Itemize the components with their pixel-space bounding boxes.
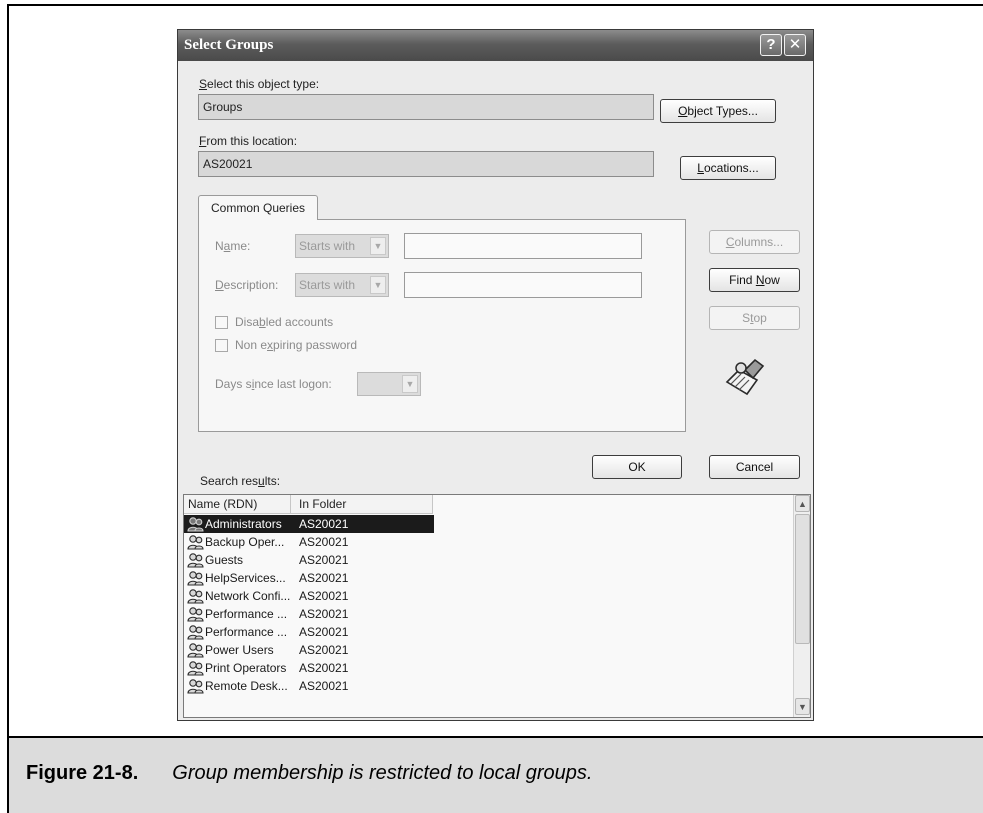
row-folder: AS20021 bbox=[299, 571, 349, 585]
description-match-select[interactable]: Starts with ▼ bbox=[295, 273, 389, 297]
search-results-label: Search results: bbox=[200, 474, 281, 488]
close-button[interactable]: ✕ bbox=[784, 34, 806, 56]
object-type-label: Select this object type: bbox=[199, 77, 320, 91]
table-row[interactable]: Backup Oper... AS20021 bbox=[184, 533, 810, 551]
row-name: Power Users bbox=[205, 643, 274, 657]
figure-text: Group membership is restricted to local … bbox=[172, 762, 593, 784]
object-types-button[interactable]: Object Types... bbox=[660, 99, 776, 123]
caption-area: Figure 21-8. Group membership is restrict… bbox=[9, 738, 983, 813]
disabled-accounts-checkbox[interactable] bbox=[215, 316, 228, 329]
group-icon bbox=[187, 607, 204, 622]
disabled-accounts-label: Disabled accounts bbox=[235, 315, 334, 329]
group-icon bbox=[187, 661, 204, 676]
common-queries-panel: Name: Starts with ▼ Description: Starts … bbox=[198, 219, 686, 432]
row-folder: AS20021 bbox=[299, 589, 349, 603]
scroll-thumb[interactable] bbox=[795, 514, 810, 644]
scroll-up-icon[interactable]: ▲ bbox=[795, 495, 810, 512]
search-flashlight-icon bbox=[723, 356, 767, 403]
row-name: Network Confi... bbox=[205, 589, 291, 603]
name-input[interactable] bbox=[404, 233, 642, 259]
name-match-value: Starts with bbox=[299, 239, 356, 253]
non-expiring-password-label: Non expiring password bbox=[235, 338, 358, 352]
scroll-down-icon[interactable]: ▼ bbox=[795, 698, 810, 715]
stop-button[interactable]: Stop bbox=[709, 306, 800, 330]
ok-button[interactable]: OK bbox=[592, 455, 682, 479]
group-icon bbox=[187, 535, 204, 550]
object-type-field: Groups bbox=[198, 94, 654, 120]
locations-button[interactable]: Locations... bbox=[680, 156, 776, 180]
row-folder: AS20021 bbox=[299, 661, 349, 675]
row-folder: AS20021 bbox=[299, 535, 349, 549]
vertical-scrollbar[interactable]: ▲ ▼ bbox=[793, 495, 810, 717]
name-label: Name: bbox=[215, 239, 251, 253]
figure-label: Figure 21-8. bbox=[26, 762, 139, 784]
group-icon bbox=[187, 589, 204, 604]
row-name: Performance ... bbox=[205, 625, 288, 639]
description-label: Description: bbox=[215, 278, 279, 292]
non-expiring-password-checkbox[interactable] bbox=[215, 339, 228, 352]
group-icon bbox=[187, 679, 204, 694]
table-row[interactable]: Performance ... AS20021 bbox=[184, 623, 810, 641]
description-input[interactable] bbox=[404, 272, 642, 298]
days-since-logon-select[interactable]: ▼ bbox=[357, 372, 421, 396]
group-icon bbox=[187, 517, 204, 532]
row-folder: AS20021 bbox=[299, 679, 349, 693]
table-row[interactable]: Performance ... AS20021 bbox=[184, 605, 810, 623]
row-folder: AS20021 bbox=[299, 643, 349, 657]
table-row[interactable]: Administrators AS20021 bbox=[184, 515, 434, 533]
location-field: AS20021 bbox=[198, 151, 654, 177]
row-name: Administrators bbox=[205, 517, 282, 531]
select-groups-dialog: Select Groups ? ✕ Select this object typ… bbox=[177, 29, 814, 721]
row-folder: AS20021 bbox=[299, 553, 349, 567]
row-name: Remote Desk... bbox=[205, 679, 288, 693]
dialog-title: Select Groups bbox=[184, 37, 274, 53]
columns-button[interactable]: Columns... bbox=[709, 230, 800, 254]
row-name: Performance ... bbox=[205, 607, 288, 621]
chevron-down-icon: ▼ bbox=[402, 375, 418, 393]
tab-common-queries[interactable]: Common Queries bbox=[198, 195, 318, 220]
help-button[interactable]: ? bbox=[760, 34, 782, 56]
name-match-select[interactable]: Starts with ▼ bbox=[295, 234, 389, 258]
row-name: Backup Oper... bbox=[205, 535, 285, 549]
title-bar[interactable]: Select Groups ? ✕ bbox=[178, 30, 813, 61]
location-label: From this location: bbox=[199, 134, 298, 148]
row-name: Print Operators bbox=[205, 661, 287, 675]
days-since-logon-label: Days since last logon: bbox=[215, 377, 332, 391]
group-icon bbox=[187, 571, 204, 586]
figure-caption: Figure 21-8. Group membership is restrict… bbox=[26, 762, 592, 785]
row-folder: AS20021 bbox=[299, 625, 349, 639]
description-match-value: Starts with bbox=[299, 278, 356, 292]
chevron-down-icon: ▼ bbox=[370, 237, 386, 255]
column-header-folder[interactable]: In Folder bbox=[291, 495, 433, 514]
column-header-name[interactable]: Name (RDN) bbox=[184, 495, 291, 514]
table-row[interactable]: Print Operators AS20021 bbox=[184, 659, 810, 677]
chevron-down-icon: ▼ bbox=[370, 276, 386, 294]
find-now-button[interactable]: Find Now bbox=[709, 268, 800, 292]
row-folder: AS20021 bbox=[299, 607, 349, 621]
row-name: Guests bbox=[205, 553, 244, 567]
row-name: HelpServices... bbox=[205, 571, 286, 585]
table-row[interactable]: Network Confi... AS20021 bbox=[184, 587, 810, 605]
table-row[interactable]: Remote Desk... AS20021 bbox=[184, 677, 810, 695]
table-row[interactable]: HelpServices... AS20021 bbox=[184, 569, 810, 587]
table-row[interactable]: Power Users AS20021 bbox=[184, 641, 810, 659]
group-icon bbox=[187, 553, 204, 568]
row-folder: AS20021 bbox=[299, 517, 349, 531]
search-results-list[interactable]: Name (RDN) In Folder Administrators AS200… bbox=[183, 494, 811, 718]
cancel-button[interactable]: Cancel bbox=[709, 455, 800, 479]
group-icon bbox=[187, 643, 204, 658]
table-row[interactable]: Guests AS20021 bbox=[184, 551, 810, 569]
group-icon bbox=[187, 625, 204, 640]
